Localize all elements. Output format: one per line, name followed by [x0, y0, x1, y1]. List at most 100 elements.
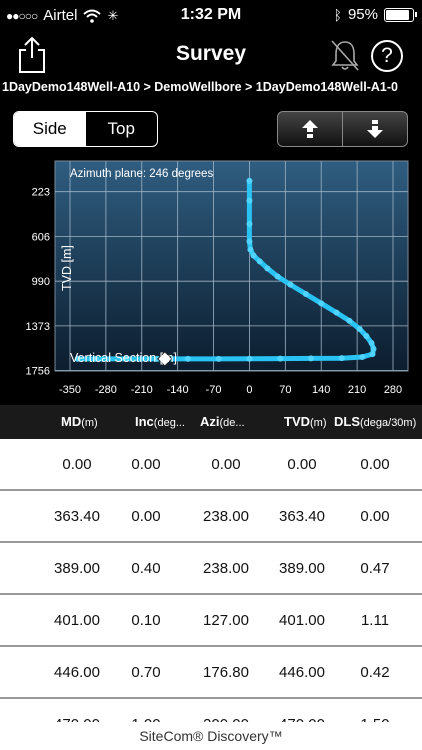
tab-top[interactable]: Top — [86, 112, 158, 146]
battery-icon — [384, 7, 417, 22]
y-tick-label: 223 — [32, 187, 50, 199]
x-tick-label: -350 — [59, 384, 81, 396]
survey-point — [333, 309, 340, 316]
survey-point — [338, 355, 345, 362]
table-cell: 0.00 — [131, 456, 161, 473]
table-header: MD(m) Inc(deg... Azi(de... TVD(m) DLS(de… — [0, 405, 422, 439]
table-cell: 0.00 — [360, 456, 390, 473]
table-cell: 0.42 — [360, 664, 390, 681]
survey-point — [359, 354, 366, 360]
y-tick-label: 990 — [32, 276, 50, 288]
table-cell: 1.11 — [360, 612, 390, 629]
survey-point — [370, 345, 377, 352]
col-md-header[interactable]: MD(m) — [61, 414, 98, 429]
bluetooth-icon: ᛒ — [333, 6, 342, 23]
col-azi-header[interactable]: Azi(de... — [200, 414, 245, 429]
y-axis-label: TVD [m] — [60, 245, 74, 291]
survey-point — [215, 355, 222, 362]
arrow-down-icon — [367, 120, 383, 138]
table-cell: 0.00 — [360, 508, 390, 525]
survey-point — [356, 326, 363, 332]
x-tick-label: -210 — [131, 384, 153, 396]
table-row[interactable]: 0.00 0.00 0.00 0.00 0.00 — [0, 439, 422, 491]
survey-point — [246, 238, 253, 245]
survey-point — [246, 221, 253, 227]
navigation-arrows — [277, 111, 408, 147]
x-axis-label: Vertical Section [m] — [70, 351, 177, 365]
table-cell: 0.10 — [131, 612, 161, 629]
arrow-up-icon — [302, 120, 318, 138]
table-cell: 176.80 — [203, 664, 249, 681]
survey-point — [250, 252, 257, 259]
battery-percent: 95% — [347, 6, 378, 23]
survey-point — [274, 273, 281, 280]
survey-point — [369, 351, 376, 358]
table-cell: 363.40 — [279, 508, 325, 525]
survey-point — [264, 265, 271, 272]
table-cell: 389.00 — [279, 560, 325, 577]
y-tick-label: 1373 — [26, 321, 50, 333]
x-tick-label: -140 — [167, 384, 189, 396]
view-toggle: Side Top — [13, 111, 158, 147]
x-tick-label: 0 — [246, 384, 252, 396]
survey-point — [346, 317, 353, 324]
survey-point — [247, 246, 254, 253]
x-tick-label: 280 — [384, 384, 402, 396]
table-cell: 0.70 — [131, 664, 161, 681]
survey-point — [368, 340, 375, 346]
x-tick-label: -70 — [206, 384, 222, 396]
table-cell: 389.00 — [54, 560, 100, 577]
x-tick-label: 210 — [348, 384, 366, 396]
survey-point — [184, 355, 191, 362]
x-tick-label: 70 — [279, 384, 291, 396]
table-cell: 0.40 — [131, 560, 161, 577]
status-bar: ●●○○○ Airtel ✳ 1:32 PM ᛒ 95% — [0, 0, 422, 30]
x-tick-label: -280 — [95, 384, 117, 396]
y-tick-label: 1756 — [26, 366, 50, 378]
survey-point — [246, 197, 253, 204]
table-cell: 0.00 — [131, 508, 161, 525]
survey-point — [287, 281, 294, 288]
footer-brand: SiteCom® Discovery™ — [0, 722, 422, 750]
nav-bar: Survey ? — [0, 30, 422, 78]
chart-svg: 223 606 990 1373 1756 -350 -280 -210 -140 -70 0 70… — [26, 160, 409, 396]
table-cell: 238.00 — [203, 508, 249, 525]
table-cell: 401.00 — [279, 612, 325, 629]
table-row[interactable]: 401.00 0.10 127.00 401.00 1.11 — [0, 595, 422, 647]
col-dls-header[interactable]: DLS(dega/30m) — [334, 414, 416, 429]
table-cell: 0.00 — [62, 456, 92, 473]
table-row[interactable]: 389.00 0.40 238.00 389.00 0.47 — [0, 543, 422, 595]
table-cell: 363.40 — [54, 508, 100, 525]
table-cell: 238.00 — [203, 560, 249, 577]
survey-point — [277, 355, 284, 362]
table-cell: 0.47 — [360, 560, 390, 577]
help-button[interactable]: ? — [371, 40, 403, 72]
col-inc-header[interactable]: Inc(deg... — [135, 414, 185, 429]
tab-side[interactable]: Side — [14, 112, 86, 146]
table-cell: 127.00 — [203, 612, 249, 629]
table-cell: 446.00 — [54, 664, 100, 681]
scroll-down-button[interactable] — [343, 112, 407, 146]
table-cell: 0.00 — [287, 456, 317, 473]
survey-point — [246, 355, 253, 362]
azimuth-annotation: Azimuth plane: 246 degrees — [70, 168, 213, 180]
y-tick-label: 606 — [32, 231, 50, 243]
table-cell: 401.00 — [54, 612, 100, 629]
table-row[interactable]: 363.40 0.00 238.00 363.40 0.00 — [0, 491, 422, 543]
bell-off-icon[interactable] — [328, 38, 362, 72]
survey-point — [246, 177, 253, 184]
survey-chart: 223 606 990 1373 1756 -350 -280 -210 -140 -70 0 70… — [0, 158, 422, 403]
x-tick-label: 140 — [312, 384, 330, 396]
survey-point — [318, 300, 325, 307]
table-row[interactable]: 446.00 0.70 176.80 446.00 0.42 — [0, 647, 422, 699]
scroll-up-button[interactable] — [278, 112, 343, 146]
survey-point — [363, 333, 370, 339]
col-tvd-header[interactable]: TVD(m) — [284, 414, 327, 429]
survey-point — [307, 355, 314, 362]
breadcrumb: 1DayDemo148Well-A10 > DemoWellbore > 1Da… — [2, 80, 399, 94]
table-cell: 446.00 — [279, 664, 325, 681]
survey-point — [302, 291, 309, 297]
table-cell: 0.00 — [211, 456, 241, 473]
survey-table: 0.00 0.00 0.00 0.00 0.00 363.40 0.00 238.00 363.… — [0, 439, 422, 750]
survey-point — [256, 258, 263, 265]
